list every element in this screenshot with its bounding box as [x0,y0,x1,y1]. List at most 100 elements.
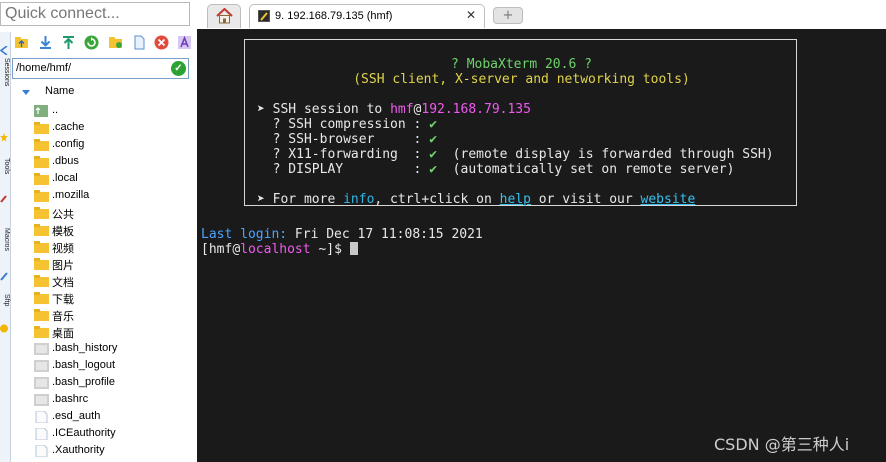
document-icon [35,428,48,440]
file-list-item[interactable]: 桌面 [34,324,194,341]
file-list-item[interactable]: 模板 [34,222,194,239]
file-name: .bashrc [52,393,89,405]
prompt-close: ~]$ [310,242,350,257]
file-list: .. .cache .config .dbus .local .mozilla 公共 模板 视频… [34,103,194,460]
banner-subtitle: (SSH client, X-server and networking too… [353,72,690,87]
banner-title: ? MobaXterm 20.6 ? [451,57,592,72]
refresh-icon[interactable] [84,35,99,50]
folder-icon [34,156,49,168]
prompt-open: [ [201,242,209,257]
x11-label: ? X11-forwarding : [257,147,430,162]
file-name: .bash_logout [52,359,115,371]
macro-icon [0,272,8,281]
file-list-item[interactable]: .cache [34,120,194,137]
file-list-item[interactable]: .mozilla [34,188,194,205]
quick-connect-input[interactable]: Quick connect... [0,2,190,26]
sftp-browser: /home/hmf/ ✓ Name .. .cache .config .dbus .l… [12,28,193,462]
new-tab-button[interactable]: + [493,7,523,24]
folder-icon [34,309,49,321]
file-list-item[interactable]: 音乐 [34,307,194,324]
tab-macros[interactable]: Macros [0,228,11,272]
upload-icon[interactable] [61,35,76,50]
tab-sftp[interactable]: Sftp [0,294,11,324]
file-list-item[interactable]: .ICEauthority [34,426,194,443]
file-icon [34,377,49,389]
session-line: ➤ SSH session to hmf@192.168.79.135 [257,102,810,117]
file-list-item[interactable]: .dbus [34,154,194,171]
parent-folder-icon[interactable] [14,35,29,50]
file-list-item[interactable]: 视频 [34,239,194,256]
file-name: .bash_profile [52,376,115,388]
folder-icon [34,224,49,236]
shell-prompt[interactable]: [hmf@localhost ~]$ [201,242,358,257]
star-icon [0,133,8,142]
help-link[interactable]: help [500,192,531,207]
tab-sessions[interactable]: Sessions [0,58,11,124]
file-name: .mozilla [52,189,90,201]
session-host: 192.168.79.135 [421,102,531,117]
document-icon [35,445,48,457]
folder-icon [34,241,49,253]
rename-icon[interactable] [177,35,192,50]
file-list-item[interactable]: 文档 [34,273,194,290]
session-tab[interactable]: 9. 192.168.79.135 (hmf) ✕ [249,4,485,28]
file-icon [34,394,49,406]
session-prefix: ➤ SSH session to [257,102,391,117]
home-icon [216,8,233,24]
check-icon: ✔ [429,117,438,132]
column-header[interactable]: Name [12,82,193,102]
delete-icon[interactable] [154,35,169,50]
file-list-item[interactable]: 图片 [34,256,194,273]
file-name: .. [52,104,59,116]
file-list-item[interactable]: .config [34,137,194,154]
ssh-browser-line: ? SSH-browser : ✔ [257,132,810,147]
file-list-item[interactable]: .esd_auth [34,409,194,426]
display-line: ? DISPLAY : ✔ (automatically set on remo… [257,162,810,177]
file-name: .esd_auth [52,410,101,422]
close-icon[interactable]: ✕ [466,8,476,22]
file-list-item[interactable]: .bash_logout [34,358,194,375]
document-icon [35,411,48,423]
file-name: 文档 [52,276,74,289]
file-name: .local [52,172,78,184]
check-icon: ✔ [429,147,438,162]
last-login-value: Fri Dec 17 11:08:15 2021 [287,227,483,242]
display-note: (automatically set on remote server) [437,162,735,177]
tools-icon [0,195,7,203]
folder-icon [34,258,49,270]
collapse-arrow-icon[interactable] [0,46,8,55]
ssh-compression-label: ? SSH compression : [257,117,430,132]
session-tab-bar: 9. 192.168.79.135 (hmf) ✕ + [197,0,886,30]
folder-icon [34,207,49,219]
file-list-item[interactable]: .bash_history [34,341,194,358]
more-info-mid: , ctrl+click on [374,192,500,207]
file-list-item[interactable]: .Xauthority [34,443,194,460]
session-tab-label: 9. 192.168.79.135 (hmf) [275,10,393,22]
download-icon[interactable] [38,35,53,50]
file-list-item[interactable]: .. [34,103,194,120]
folder-icon [34,139,49,151]
parent-folder-icon [34,105,48,117]
path-field[interactable]: /home/hmf/ ✓ [12,58,189,79]
folder-icon [34,326,49,338]
terminal[interactable]: ? MobaXterm 20.6 ? (SSH client, X-server… [197,29,886,462]
side-tab-strip: Sessions Tools Macros Sftp [0,32,11,462]
check-icon: ✔ [429,132,438,147]
file-list-item[interactable]: .bashrc [34,392,194,409]
home-tab[interactable] [207,4,241,28]
file-list-item[interactable]: .local [34,171,194,188]
x11-forwarding-line: ? X11-forwarding : ✔ (remote display is … [257,147,810,162]
new-file-icon[interactable] [132,35,147,50]
file-list-item[interactable]: 下载 [34,290,194,307]
ssh-browser-label: ? SSH-browser : [257,132,430,147]
follow-terminal-folder-icon[interactable]: ✓ [171,61,186,76]
file-list-item[interactable]: 公共 [34,205,194,222]
check-icon: ✔ [429,162,438,177]
new-folder-icon[interactable] [108,35,123,50]
more-info-prefix: ➤ For more [257,192,344,207]
folder-icon [34,275,49,287]
folder-icon [34,122,49,134]
website-link[interactable]: website [641,192,696,207]
prompt-host: localhost [240,242,311,257]
file-list-item[interactable]: .bash_profile [34,375,194,392]
